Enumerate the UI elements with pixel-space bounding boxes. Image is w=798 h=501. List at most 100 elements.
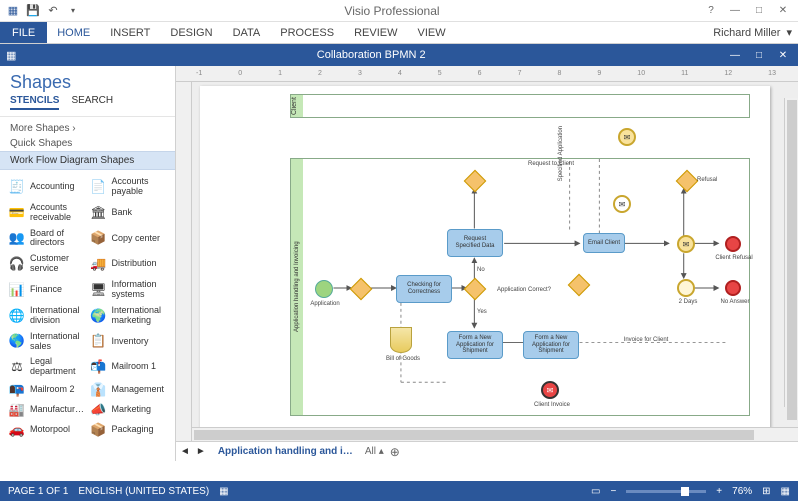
gateway-top[interactable] — [464, 170, 487, 193]
tab-process[interactable]: PROCESS — [270, 22, 344, 43]
shape-item[interactable]: 🚗Motorpool — [6, 420, 88, 440]
undo-button[interactable]: ↶ — [44, 2, 62, 20]
file-tab[interactable]: FILE — [0, 22, 47, 43]
task-email[interactable]: Email Client — [583, 233, 625, 253]
collapse-ribbon-icon[interactable]: ▾ — [786, 26, 792, 39]
end-client-invoice[interactable]: ✉ — [541, 381, 559, 399]
task-check[interactable]: Checking for Correctness — [396, 275, 452, 303]
gateway-1[interactable] — [350, 278, 373, 301]
document-title: Collaboration BPMN 2 — [16, 49, 726, 61]
presentation-icon[interactable]: ▭ — [591, 486, 600, 497]
sheet-nav-next[interactable]: ► — [196, 446, 206, 457]
label-no: No — [477, 267, 485, 274]
tab-review[interactable]: REVIEW — [344, 22, 407, 43]
shape-item[interactable]: 📦 Packaging — [88, 420, 170, 440]
gateway-mid[interactable] — [568, 274, 591, 297]
stencils-tab[interactable]: STENCILS — [10, 95, 59, 110]
client-lane[interactable]: Client — [290, 94, 750, 118]
shape-label: International sales — [30, 332, 86, 352]
save-button[interactable]: 💾 — [24, 2, 42, 20]
shape-icon: 🏭 — [8, 403, 26, 417]
application-pool[interactable]: Application handling and Invoicing — [290, 158, 750, 416]
task-form2[interactable]: Form a New Application for Shipment — [523, 331, 579, 359]
visio-icon[interactable]: ▦ — [4, 2, 22, 20]
status-page: PAGE 1 OF 1 — [8, 486, 68, 497]
user-name[interactable]: Richard Miller — [713, 27, 780, 39]
minimize-button[interactable]: — — [726, 4, 744, 18]
shape-icon: 📦 — [90, 423, 108, 437]
drawing-page[interactable]: Client Application handling and Invoicin… — [200, 86, 770, 428]
zoom-level[interactable]: 76% — [732, 486, 752, 497]
shape-item[interactable]: 🧾Accounting — [6, 174, 88, 200]
doc-minimize[interactable]: — — [726, 48, 744, 62]
shape-item[interactable]: 🚚Distribution — [88, 251, 170, 277]
scrollbar-vertical[interactable] — [784, 98, 798, 407]
tab-insert[interactable]: INSERT — [100, 22, 160, 43]
shape-label: Customer service — [30, 254, 86, 274]
sheet-add[interactable]: ⊕ — [390, 445, 400, 459]
shape-label: Bank — [112, 208, 133, 218]
shape-item[interactable]: 👔Management — [88, 380, 170, 400]
gateway-correct[interactable] — [464, 278, 487, 301]
shape-item[interactable]: 🏛Bank — [88, 200, 170, 226]
quick-shapes[interactable]: Quick Shapes — [0, 136, 175, 151]
shape-label: Packaging — [112, 425, 154, 435]
status-lang[interactable]: ENGLISH (UNITED STATES) — [78, 486, 209, 497]
shape-item[interactable]: 🖥Information systems — [88, 277, 170, 303]
doc-restore[interactable]: □ — [750, 48, 768, 62]
zoom-in[interactable]: + — [716, 486, 722, 497]
shape-item[interactable]: 👥Board of directors — [6, 226, 88, 252]
tab-view[interactable]: VIEW — [407, 22, 455, 43]
sheet-tab[interactable]: Application handling and i… — [212, 446, 359, 457]
shape-item[interactable]: 📋Inventory — [88, 329, 170, 355]
maximize-button[interactable]: □ — [750, 4, 768, 18]
switch-windows-icon[interactable]: ▦ — [781, 486, 790, 497]
shape-item[interactable]: 💳Accounts receivable — [6, 200, 88, 226]
end-no-answer[interactable] — [725, 280, 741, 296]
shape-icon: 📬 — [90, 360, 108, 374]
task-form1[interactable]: Form a New Application for Shipment — [447, 331, 503, 359]
help-icon[interactable]: ? — [702, 4, 720, 18]
shape-item[interactable]: 📊Finance — [6, 277, 88, 303]
shape-item[interactable]: 🌎International sales — [6, 329, 88, 355]
shape-item[interactable]: 📣Marketing — [88, 400, 170, 420]
shape-label: Accounts receivable — [30, 203, 86, 223]
sheet-nav-prev[interactable]: ◄ — [180, 446, 190, 457]
shape-item[interactable]: 🏭Manufactur… — [6, 400, 88, 420]
shape-item[interactable]: 📬Mailroom 1 — [88, 354, 170, 380]
start-event[interactable] — [315, 280, 333, 298]
scrollbar-horizontal[interactable] — [192, 427, 798, 441]
shape-item[interactable]: 🌍International marketing — [88, 303, 170, 329]
more-shapes[interactable]: More Shapes › — [0, 117, 175, 136]
sheet-all[interactable]: All ▴ — [365, 446, 384, 457]
zoom-out[interactable]: − — [610, 486, 616, 497]
tab-design[interactable]: DESIGN — [160, 22, 222, 43]
timer-event[interactable] — [677, 279, 695, 297]
macro-icon[interactable]: ▦ — [219, 486, 228, 497]
shape-item[interactable]: ⚖Legal department — [6, 354, 88, 380]
msg-top[interactable]: ✉ — [618, 128, 636, 146]
search-tab[interactable]: SEARCH — [71, 95, 113, 110]
redo-button[interactable]: ▾ — [64, 2, 82, 20]
gateway-refusal[interactable] — [676, 170, 699, 193]
doc-close[interactable]: ✕ — [774, 48, 792, 62]
task-request[interactable]: Request Specified Data — [447, 229, 503, 257]
message-event[interactable]: ✉ — [677, 235, 695, 253]
tab-home[interactable]: HOME — [47, 22, 100, 43]
data-bill[interactable] — [390, 327, 412, 353]
zoom-slider[interactable] — [626, 490, 706, 493]
stencil-header[interactable]: Work Flow Diagram Shapes — [0, 151, 175, 170]
shape-item[interactable]: 📭Mailroom 2 — [6, 380, 88, 400]
shape-item[interactable]: 🎧Customer service — [6, 251, 88, 277]
shape-icon: ⚖ — [8, 360, 26, 374]
message-catch[interactable]: ✉ — [613, 195, 631, 213]
fit-window-icon[interactable]: ⊞ — [762, 486, 770, 497]
close-button[interactable]: ✕ — [774, 4, 792, 18]
shape-item[interactable]: 🌐International division — [6, 303, 88, 329]
tab-data[interactable]: DATA — [223, 22, 271, 43]
end-client-refusal[interactable] — [725, 236, 741, 252]
canvas[interactable]: Client Application handling and Invoicin… — [192, 82, 798, 441]
shape-item[interactable]: 📦Copy center — [88, 226, 170, 252]
shape-item[interactable]: 📄Accounts payable — [88, 174, 170, 200]
label-client-refusal: Client Refusal — [713, 255, 755, 262]
